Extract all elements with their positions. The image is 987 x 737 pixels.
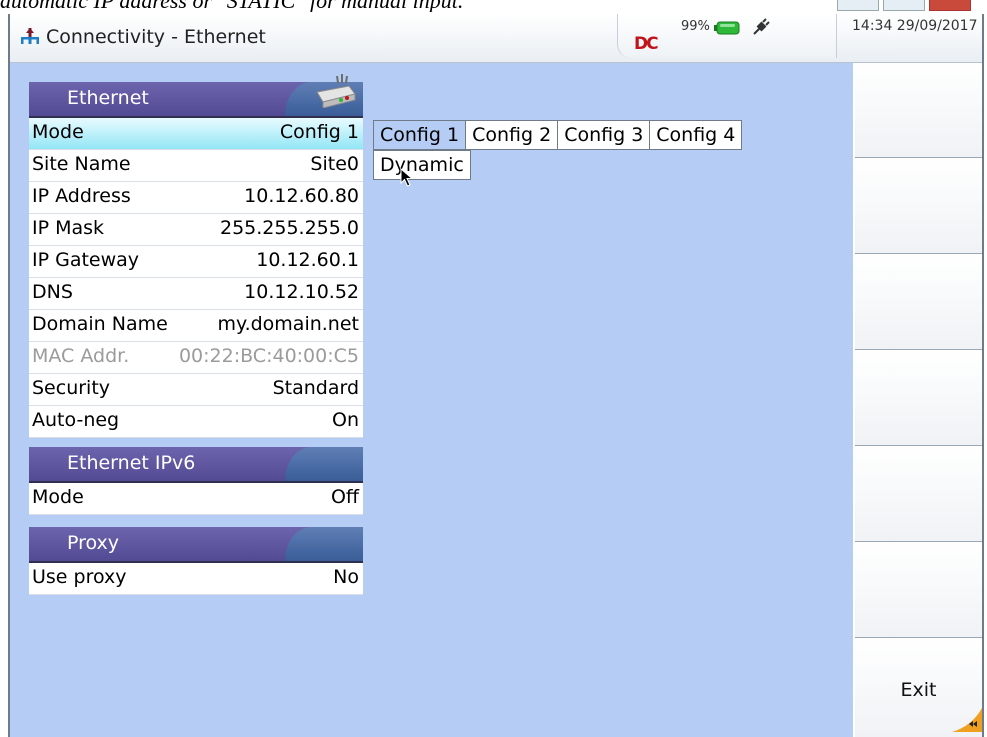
header-tab	[285, 447, 363, 481]
row-value: Config 1	[279, 121, 359, 143]
row-auto-neg[interactable]: Auto-neg On	[29, 406, 363, 438]
ethernet-header: Ethernet	[29, 74, 363, 118]
option-config-1[interactable]: Config 1	[373, 120, 467, 150]
softkey-column: Exit	[855, 63, 982, 737]
router-icon	[311, 70, 357, 113]
ethernet-ipv6-panel: Ethernet IPv6 Mode Off	[29, 447, 363, 515]
back-arrow-icon[interactable]	[952, 708, 982, 737]
row-label: IP Mask	[32, 217, 105, 239]
battery-icon	[714, 20, 740, 39]
row-mac-address: MAC Addr. 00:22:BC:40:00:C5	[29, 342, 363, 374]
maximize-button[interactable]	[883, 0, 925, 11]
proxy-header-label: Proxy	[67, 532, 120, 554]
softkey-5[interactable]	[855, 447, 982, 542]
proxy-header: Proxy	[29, 527, 363, 563]
mouse-cursor-icon	[400, 167, 414, 192]
row-value: Standard	[272, 377, 359, 399]
document-caption: automatic IP address or "STATIC" for man…	[0, 0, 830, 12]
row-value: Off	[330, 486, 359, 508]
main-area: Ethernet Mode Config 1 Site Name Site0 I…	[10, 63, 853, 737]
row-value: 10.12.60.80	[244, 185, 359, 207]
exit-button[interactable]: Exit	[855, 639, 982, 737]
row-use-proxy[interactable]: Use proxy No	[29, 563, 363, 595]
ipv6-header: Ethernet IPv6	[29, 447, 363, 483]
row-value: 255.255.255.0	[219, 217, 359, 239]
row-label: Security	[32, 377, 111, 399]
ethernet-panel: Ethernet Mode Config 1 Site Name Site0 I…	[29, 74, 363, 438]
network-icon	[20, 28, 40, 50]
row-dns[interactable]: DNS 10.12.10.52	[29, 278, 363, 310]
option-config-4[interactable]: Config 4	[649, 120, 743, 150]
row-domain-name[interactable]: Domain Name my.domain.net	[29, 310, 363, 342]
softkey-4[interactable]	[855, 351, 982, 446]
option-dynamic[interactable]: Dynamic	[373, 150, 471, 180]
row-value: On	[332, 409, 359, 431]
row-security[interactable]: Security Standard	[29, 374, 363, 406]
clock: 14:34 29/09/2017	[852, 18, 978, 34]
mode-options: Config 1 Config 2 Config 3 Config 4	[373, 120, 743, 150]
ipv6-header-label: Ethernet IPv6	[67, 452, 196, 474]
row-label: Domain Name	[32, 313, 168, 335]
softkey-2[interactable]	[855, 159, 982, 254]
row-ip-gateway[interactable]: IP Gateway 10.12.60.1	[29, 246, 363, 278]
row-label: IP Gateway	[32, 249, 140, 271]
option-config-2[interactable]: Config 2	[465, 120, 559, 150]
option-config-3[interactable]: Config 3	[557, 120, 651, 150]
row-label: Mode	[32, 121, 84, 143]
close-button[interactable]	[929, 0, 971, 11]
title-bar: Connectivity - Ethernet DC 99% 14:34 29/…	[10, 14, 982, 63]
row-value: 10.12.10.52	[244, 281, 359, 303]
proxy-panel: Proxy Use proxy No	[29, 527, 363, 595]
row-label: MAC Addr.	[32, 345, 130, 367]
row-value: my.domain.net	[217, 313, 359, 335]
row-ip-address[interactable]: IP Address 10.12.60.80	[29, 182, 363, 214]
row-label: IP Address	[32, 185, 131, 207]
battery-percent: 99%	[681, 19, 710, 34]
row-label: Site Name	[32, 153, 131, 175]
page-title: Connectivity - Ethernet	[46, 26, 266, 48]
brand-logo: DC	[634, 34, 659, 54]
softkey-1[interactable]	[855, 63, 982, 158]
header-tab	[285, 527, 363, 561]
row-label: Mode	[32, 486, 84, 508]
power-plug-icon	[752, 18, 770, 40]
device-screen: Connectivity - Ethernet DC 99% 14:34 29/…	[8, 14, 984, 737]
row-site-name[interactable]: Site Name Site0	[29, 150, 363, 182]
softkey-6[interactable]	[855, 543, 982, 638]
row-value: No	[333, 566, 359, 588]
exit-label: Exit	[900, 679, 937, 701]
row-value: 00:22:BC:40:00:C5	[178, 345, 359, 367]
window-controls	[837, 0, 971, 11]
row-value: Site0	[310, 153, 359, 175]
row-label: Use proxy	[32, 566, 127, 588]
row-label: DNS	[32, 281, 73, 303]
minimize-button[interactable]	[837, 0, 879, 11]
row-ip-mask[interactable]: IP Mask 255.255.255.0	[29, 214, 363, 246]
row-label: Auto-neg	[32, 409, 120, 431]
row-mode[interactable]: Mode Config 1	[29, 118, 363, 150]
row-ipv6-mode[interactable]: Mode Off	[29, 483, 363, 515]
softkey-3[interactable]	[855, 255, 982, 350]
row-value: 10.12.60.1	[256, 249, 359, 271]
ethernet-header-label: Ethernet	[67, 87, 149, 109]
